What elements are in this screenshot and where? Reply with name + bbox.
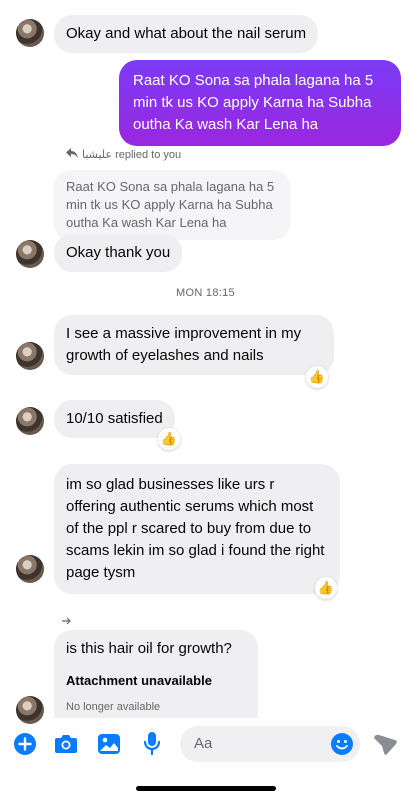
camera-icon[interactable]	[52, 730, 80, 758]
message-text: Okay thank you	[66, 244, 171, 261]
avatar[interactable]	[16, 555, 44, 583]
message-text: Raat KO Sona sa phala lagana ha 5 min tk…	[133, 72, 374, 133]
send-icon[interactable]	[372, 730, 400, 758]
message-text: 10/10 satisfied	[66, 410, 163, 427]
incoming-message-with-attachment[interactable]: is this hair oil for growth? Attachment …	[54, 630, 258, 718]
quoted-message[interactable]: Raat KO Sona sa phala lagana ha 5 min tk…	[54, 170, 290, 240]
timestamp: MON 18:15	[176, 287, 235, 299]
reaction-badge[interactable]: 👍	[315, 577, 337, 599]
avatar[interactable]	[16, 696, 44, 724]
emoji-icon[interactable]	[328, 730, 356, 758]
incoming-message[interactable]: im so glad businesses like urs r offerin…	[54, 464, 340, 594]
attachment-title: Attachment unavailable	[66, 673, 212, 688]
reply-indicator: علیشبا replied to you	[66, 148, 181, 161]
incoming-message[interactable]: Okay and what about the nail serum	[54, 15, 319, 53]
thumbs-up-icon: 👍	[160, 431, 178, 446]
quoted-text: Raat KO Sona sa phala lagana ha 5 min tk…	[66, 179, 275, 230]
message-composer: Aa	[0, 722, 411, 766]
message-text: I see a massive improvement in my growth…	[66, 325, 302, 364]
thumbs-up-icon: 👍	[317, 580, 335, 595]
reply-arrow-icon	[66, 148, 78, 161]
avatar[interactable]	[16, 19, 44, 47]
forward-arrow-icon	[62, 612, 72, 630]
home-indicator	[136, 786, 276, 791]
attachment-subtitle: No longer available	[66, 701, 161, 713]
reply-indicator-text: علیشبا replied to you	[82, 149, 182, 161]
message-text: im so glad businesses like urs r offerin…	[66, 476, 325, 581]
message-text: is this hair oil for growth?	[66, 640, 232, 657]
reaction-badge[interactable]: 👍	[306, 366, 328, 388]
gallery-icon[interactable]	[95, 730, 123, 758]
avatar[interactable]	[16, 407, 44, 435]
incoming-message[interactable]: Okay thank you	[54, 234, 183, 272]
reaction-badge[interactable]: 👍	[158, 428, 180, 450]
microphone-icon[interactable]	[138, 730, 166, 758]
plus-icon[interactable]	[11, 730, 39, 758]
avatar[interactable]	[16, 240, 44, 268]
incoming-message[interactable]: I see a massive improvement in my growth…	[54, 315, 334, 375]
incoming-message[interactable]: 10/10 satisfied	[54, 400, 175, 438]
message-text: Okay and what about the nail serum	[66, 25, 307, 42]
avatar[interactable]	[16, 342, 44, 370]
thumbs-up-icon: 👍	[308, 369, 326, 384]
outgoing-message[interactable]: Raat KO Sona sa phala lagana ha 5 min tk…	[119, 60, 401, 146]
